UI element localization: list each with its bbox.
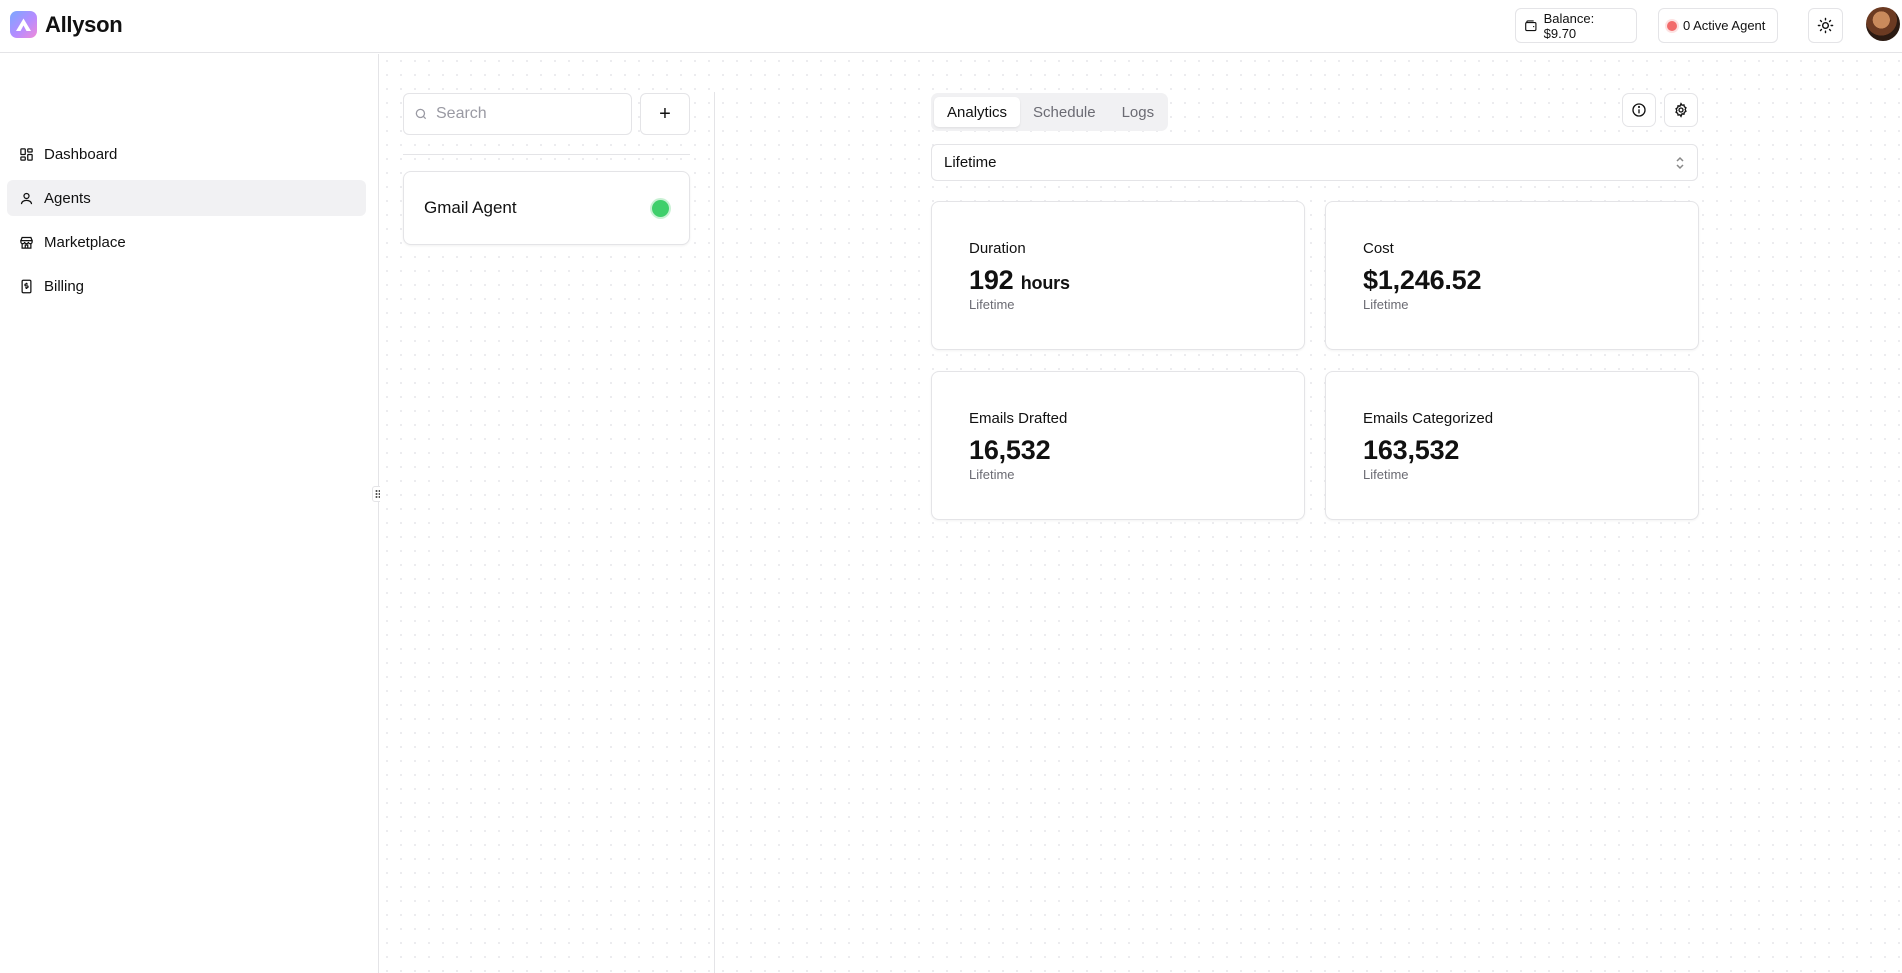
stat-card-emails-categorized: Emails Categorized 163,532 Lifetime	[1325, 371, 1699, 520]
logo-icon	[10, 11, 37, 38]
chevron-up-down-icon	[1676, 156, 1684, 169]
stat-value: 163,532	[1363, 435, 1460, 465]
info-button[interactable]	[1622, 93, 1656, 127]
theme-toggle-button[interactable]	[1808, 8, 1843, 43]
active-agent-button[interactable]: 0 Active Agent	[1658, 8, 1778, 43]
active-agent-label: 0 Active Agent	[1683, 18, 1766, 33]
agent-name: Gmail Agent	[424, 198, 517, 217]
balance-button[interactable]: Balance: $9.70	[1515, 8, 1637, 43]
sidebar-nav: Dashboard Agents Marketplace Billing	[7, 136, 366, 312]
stat-label: Cost	[1363, 240, 1394, 257]
stat-label: Emails Drafted	[969, 410, 1068, 427]
sidebar-item-billing[interactable]: Billing	[7, 268, 366, 304]
stat-value: 16,532	[969, 435, 1051, 465]
agent-status-icon	[652, 199, 669, 217]
search-icon	[415, 108, 427, 120]
stat-number: 192	[969, 265, 1014, 295]
sun-icon	[1817, 17, 1834, 34]
stat-period: Lifetime	[1363, 467, 1409, 482]
tab-logs[interactable]: Logs	[1109, 97, 1168, 127]
user-avatar[interactable]	[1866, 7, 1900, 41]
user-icon	[18, 190, 34, 206]
balance-label: Balance: $9.70	[1543, 10, 1595, 41]
main-content: + Gmail Agent Analytics Schedule Logs Li…	[380, 54, 1902, 973]
app-name: Allyson	[45, 11, 123, 37]
sidebar-item-label: Marketplace	[44, 233, 126, 251]
sidebar: Dashboard Agents Marketplace Billing	[0, 54, 379, 973]
stat-card-cost: Cost $1,246.52 Lifetime	[1325, 201, 1699, 350]
sidebar-item-label: Agents	[44, 189, 91, 207]
stat-period: Lifetime	[969, 297, 1015, 312]
info-icon	[1632, 103, 1646, 117]
sidebar-item-label: Dashboard	[44, 145, 118, 163]
tab-analytics[interactable]: Analytics	[934, 97, 1021, 127]
top-header: Allyson Balance: $9.70 0 Active Agent	[0, 0, 1902, 53]
search-input[interactable]	[436, 105, 616, 123]
column-divider	[714, 92, 715, 973]
stat-unit: hours	[1020, 273, 1070, 293]
receipt-icon	[18, 278, 34, 294]
store-icon	[18, 234, 34, 250]
stat-value: $1,246.52	[1363, 265, 1482, 295]
list-divider	[403, 154, 690, 155]
wallet-icon	[1525, 19, 1537, 31]
dashboard-icon	[18, 146, 34, 162]
tab-schedule[interactable]: Schedule	[1020, 97, 1109, 127]
detail-tabs: Analytics Schedule Logs	[931, 93, 1168, 131]
settings-button[interactable]	[1664, 93, 1698, 127]
sidebar-item-marketplace[interactable]: Marketplace	[7, 224, 366, 260]
stat-value: 192 hours	[969, 265, 1070, 296]
sidebar-item-label: Billing	[44, 277, 85, 295]
period-select[interactable]: Lifetime	[931, 144, 1698, 181]
sidebar-item-agents[interactable]: Agents	[7, 180, 366, 216]
stat-card-emails-drafted: Emails Drafted 16,532 Lifetime	[931, 371, 1305, 520]
agent-list-item[interactable]: Gmail Agent	[403, 171, 690, 245]
add-agent-button[interactable]: +	[640, 93, 690, 135]
plus-icon: +	[659, 102, 671, 125]
gear-icon	[1675, 102, 1687, 118]
app-logo[interactable]: Allyson	[10, 11, 123, 38]
stat-label: Duration	[969, 240, 1026, 257]
stat-label: Emails Categorized	[1363, 410, 1494, 427]
status-dot-icon	[1667, 20, 1677, 31]
stat-card-duration: Duration 192 hours Lifetime	[931, 201, 1305, 350]
search-field[interactable]	[403, 93, 632, 135]
stat-period: Lifetime	[969, 467, 1015, 482]
stat-period: Lifetime	[1363, 297, 1409, 312]
sidebar-item-dashboard[interactable]: Dashboard	[7, 136, 366, 172]
period-select-value: Lifetime	[944, 154, 997, 171]
